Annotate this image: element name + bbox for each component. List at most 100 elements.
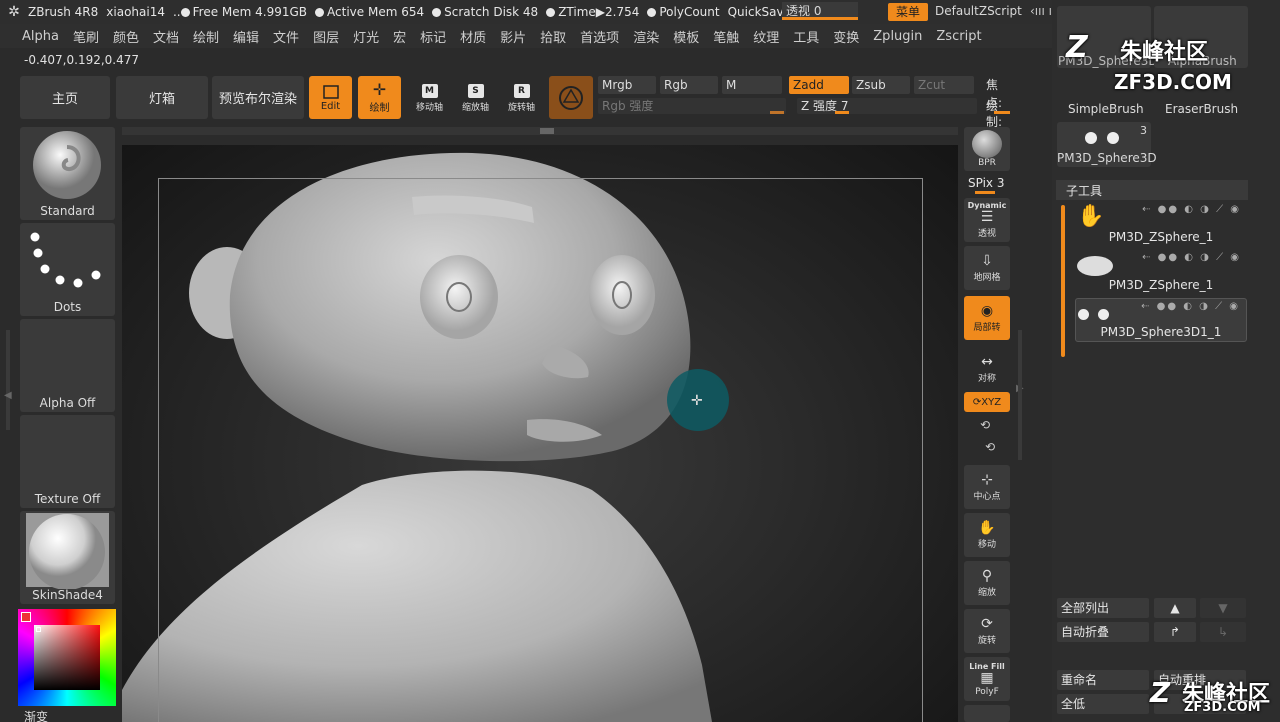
menu-tool[interactable]: 工具 — [793, 27, 819, 46]
move-axis-button[interactable]: M 移动轴 — [408, 78, 451, 118]
color-picker[interactable] — [18, 609, 116, 706]
bool-preview-button[interactable]: 预览布尔渲染 — [212, 76, 304, 119]
rgb-intensity-slider[interactable]: Rgb 强度 — [598, 98, 786, 114]
sphere-tool-thumb[interactable]: 3 PM3D_Sphere3D — [1057, 122, 1157, 167]
menu-picker[interactable]: 拾取 — [540, 27, 566, 46]
menu-render[interactable]: 渲染 — [633, 27, 659, 46]
auto-collapse-button[interactable]: 自动折叠 — [1057, 622, 1149, 642]
scrollbar-thumb[interactable] — [540, 128, 554, 134]
subtool-item[interactable]: ⇠ ●● ◐ ◑ ⟋ ◉ PM3D_ZSphere_1 — [1075, 250, 1247, 294]
rotate-z-icon[interactable]: ⟲ — [985, 440, 995, 454]
menu-layer[interactable]: 图层 — [313, 27, 339, 46]
zadd-toggle[interactable]: Zadd — [789, 76, 849, 94]
gizmo-icon — [559, 85, 583, 110]
move-view-button[interactable]: ✋ 移动 — [964, 513, 1010, 557]
floor-label: 地网格 — [973, 272, 1001, 283]
zoom-view-button[interactable]: ⚲ 缩放 — [964, 561, 1010, 605]
rotate-view-button[interactable]: ⟳ 旋转 — [964, 609, 1010, 653]
menu-movie[interactable]: 影片 — [500, 27, 526, 46]
bpr-button[interactable]: BPR — [964, 127, 1010, 171]
brush-selector[interactable]: Standard — [20, 127, 115, 220]
all-low-button[interactable]: 全低 — [1057, 694, 1149, 714]
center-pivot-button[interactable]: ⊹ 中心点 — [964, 465, 1010, 509]
gizmo-button[interactable] — [549, 76, 593, 119]
menu-brush[interactable]: 笔刷 — [73, 27, 99, 46]
zcut-toggle[interactable]: Zcut — [914, 76, 974, 94]
rgb-toggle[interactable]: Rgb — [660, 76, 718, 94]
canvas-scrollbar[interactable] — [122, 127, 958, 135]
rename-button[interactable]: 重命名 — [1057, 670, 1149, 690]
subtool-toggles[interactable]: ⇠ ●● ◐ ◑ ⟋ ◉ — [1142, 204, 1241, 215]
menu-stencil[interactable]: 模板 — [673, 27, 699, 46]
menu-zscript[interactable]: Zscript — [936, 29, 981, 44]
eraserbrush-label[interactable]: EraserBrush — [1165, 102, 1238, 116]
menu-preferences[interactable]: 首选项 — [580, 27, 619, 46]
menu-zplugin[interactable]: Zplugin — [873, 29, 922, 44]
right-edge-handle[interactable] — [1018, 330, 1022, 460]
menu-file[interactable]: 文件 — [273, 27, 299, 46]
menu-color[interactable]: 颜色 — [113, 27, 139, 46]
collapse-left-icon[interactable]: ◀ — [4, 390, 12, 401]
menu-light[interactable]: 灯光 — [353, 27, 379, 46]
symmetry-button[interactable]: ↔ 对称 — [964, 350, 1010, 388]
scale-axis-button[interactable]: S 缩放轴 — [454, 78, 497, 118]
left-edge-handle[interactable] — [6, 330, 10, 430]
focal-shift-slider[interactable]: 焦点: — [982, 76, 1012, 110]
edit-button[interactable]: Edit — [309, 76, 352, 119]
transparency-button[interactable] — [964, 705, 1010, 722]
menu-marker[interactable]: 标记 — [420, 27, 446, 46]
perspective-button[interactable]: Dynamic ☰ 透视 — [964, 198, 1010, 242]
menu-texture[interactable]: 纹理 — [753, 27, 779, 46]
brush-name: Standard — [40, 204, 95, 218]
alpha-selector[interactable]: Alpha Off — [20, 319, 115, 412]
spix-slider[interactable]: SPix 3 — [968, 176, 1005, 190]
menu-draw[interactable]: 绘制 — [193, 27, 219, 46]
subtool-title[interactable]: 子工具 — [1066, 182, 1102, 199]
subtool-scrollbar[interactable] — [1061, 205, 1065, 357]
menu-transform[interactable]: 变换 — [833, 27, 859, 46]
saturation-square[interactable] — [34, 625, 100, 690]
color-cursor[interactable] — [36, 627, 41, 632]
floor-button[interactable]: ⇩ 地网格 — [964, 246, 1010, 290]
subtool-item-selected[interactable]: ⇠ ●● ◐ ◑ ⟋ ◉ PM3D_Sphere3D1_1 — [1075, 298, 1247, 342]
local-symmetry-button[interactable]: ◉ 局部转 — [964, 296, 1010, 340]
default-zscript-button[interactable]: DefaultZScript — [935, 4, 1022, 18]
stroke-selector[interactable]: Dots — [20, 223, 115, 316]
draw-size-slider[interactable]: 绘制: — [982, 98, 1014, 129]
list-all-button[interactable]: 全部列出 — [1057, 598, 1149, 618]
dot-icon — [647, 8, 657, 17]
rotate-axis-button[interactable]: R 旋转轴 — [500, 78, 543, 118]
subtool-toggles[interactable]: ⇠ ●● ◐ ◑ ⟋ ◉ — [1142, 252, 1241, 263]
menu-edit[interactable]: 编辑 — [233, 27, 259, 46]
mrgb-toggle[interactable]: Mrgb — [598, 76, 656, 94]
rotate-view-icon: ⟳ — [981, 615, 993, 632]
xyz-button[interactable]: ⟳ XYZ — [964, 392, 1010, 412]
polyframe-button[interactable]: Line Fill ▦ PolyF — [964, 657, 1010, 701]
material-selector[interactable]: SkinShade4 — [20, 511, 115, 604]
lightbox-button[interactable]: 灯箱 — [116, 76, 208, 119]
simplebrush-label[interactable]: SimpleBrush — [1068, 102, 1144, 116]
subtool-item[interactable]: ✋ ⇠ ●● ◐ ◑ ⟋ ◉ PM3D_ZSphere_1 — [1075, 202, 1247, 246]
perspective-slider[interactable]: 透视 0 — [782, 2, 858, 20]
main-color-swatch[interactable] — [21, 612, 31, 622]
rotate-y-icon[interactable]: ⟲ — [980, 418, 990, 432]
menu-stroke[interactable]: 笔触 — [713, 27, 739, 46]
subtool-toggles[interactable]: ⇠ ●● ◐ ◑ ⟋ ◉ — [1141, 301, 1240, 312]
move-top-icon[interactable]: ↱ — [1154, 622, 1196, 642]
move-bottom-icon[interactable]: ↳ — [1200, 622, 1246, 642]
menu-button[interactable]: 菜单 — [888, 3, 928, 21]
gradient-label[interactable]: 渐变 — [24, 708, 48, 722]
m-toggle[interactable]: M — [722, 76, 782, 94]
z-intensity-slider[interactable]: Z 强度 7 — [797, 98, 977, 114]
zsub-toggle[interactable]: Zsub — [852, 76, 910, 94]
menu-alpha[interactable]: Alpha — [22, 29, 59, 44]
draw-button[interactable]: ✛ 绘制 — [358, 76, 401, 119]
texture-selector[interactable]: Texture Off — [20, 415, 115, 508]
home-button[interactable]: 主页 — [20, 76, 110, 119]
move-up-icon[interactable]: ▲ — [1154, 598, 1196, 618]
menu-macro[interactable]: 宏 — [393, 27, 406, 46]
move-down-icon[interactable]: ▼ — [1200, 598, 1246, 618]
dot-icon — [546, 8, 556, 17]
menu-document[interactable]: 文档 — [153, 27, 179, 46]
menu-material[interactable]: 材质 — [460, 27, 486, 46]
